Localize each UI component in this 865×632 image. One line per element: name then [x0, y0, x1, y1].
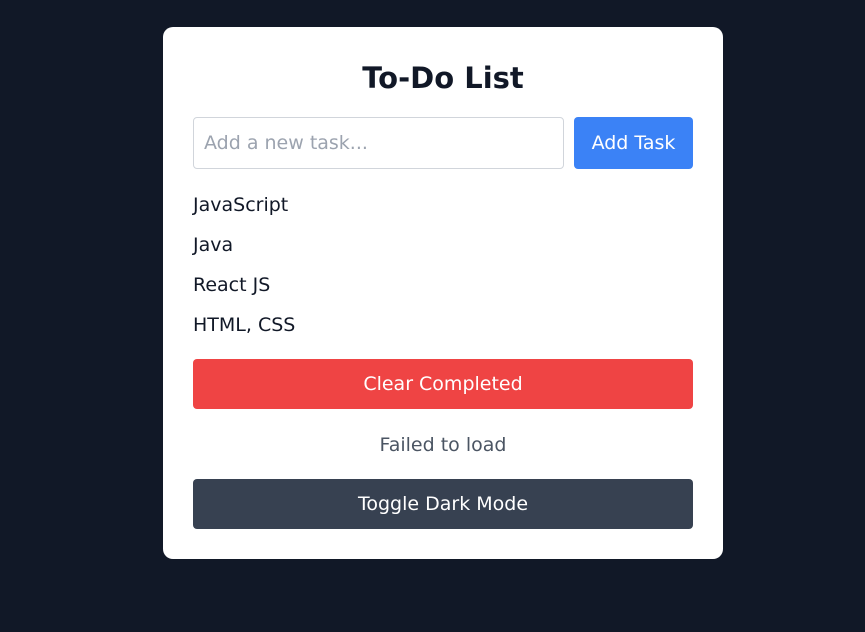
task-item[interactable]: HTML, CSS: [193, 305, 693, 345]
add-task-button[interactable]: Add Task: [574, 117, 693, 169]
page-title: To-Do List: [362, 61, 524, 95]
add-task-row: Add Task: [193, 117, 693, 169]
task-item[interactable]: JavaScript: [193, 185, 693, 225]
clear-completed-button[interactable]: Clear Completed: [193, 359, 693, 409]
toggle-dark-mode-button[interactable]: Toggle Dark Mode: [193, 479, 693, 529]
task-list: JavaScript Java React JS HTML, CSS: [193, 185, 693, 345]
new-task-input[interactable]: [193, 117, 564, 169]
task-item[interactable]: Java: [193, 225, 693, 265]
task-item[interactable]: React JS: [193, 265, 693, 305]
status-message: Failed to load: [379, 434, 507, 456]
todo-card: To-Do List Add Task JavaScript Java Reac…: [163, 27, 723, 559]
